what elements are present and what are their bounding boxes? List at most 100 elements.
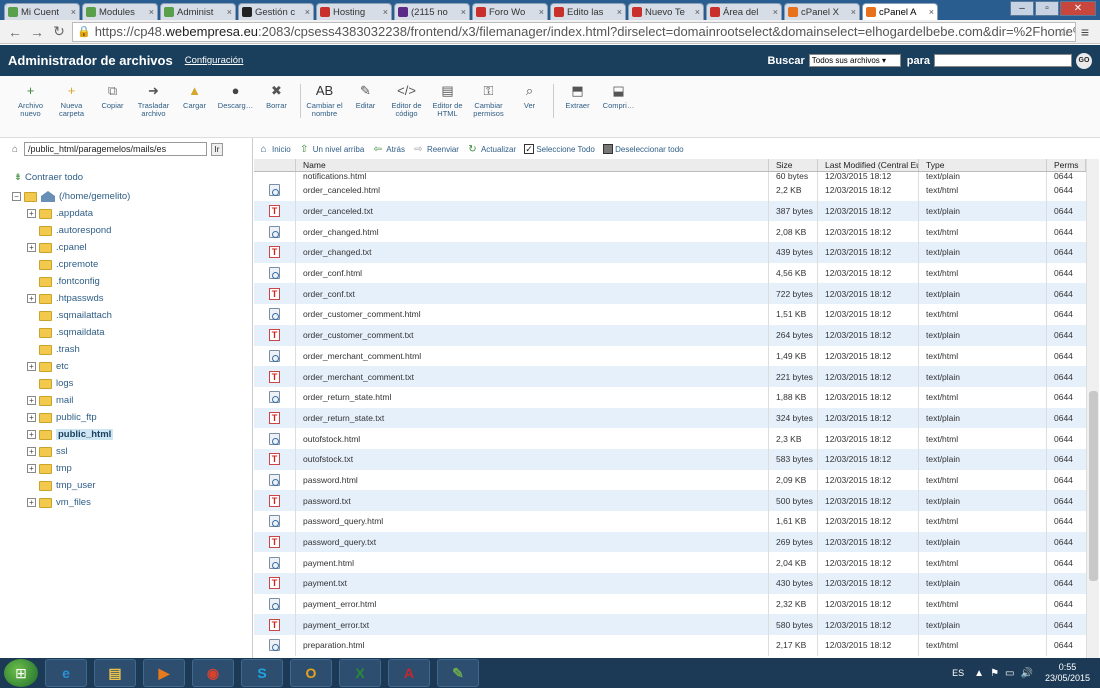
borrar-button[interactable]: ✖ Borrar [256,82,297,137]
browser-menu-icon[interactable]: ≡ [1076,24,1094,40]
select-all-button[interactable]: ✓ Seleccione Todo [524,144,595,154]
browser-tab[interactable]: (2115 no × [394,3,470,20]
tree-item-public-html[interactable]: + public_html [27,426,114,443]
type-column-header[interactable]: Type [919,159,1047,171]
close-window-button[interactable]: ✕ [1060,1,1096,16]
table-row[interactable]: order_customer_comment.html 1,51 KB 12/03/… [254,304,1086,325]
browser-tab[interactable]: Administ × [160,3,236,20]
tree-item-tmp-user[interactable]: tmp_user [27,477,96,494]
tab-close-icon[interactable]: × [461,7,466,17]
table-row[interactable]: Torder_changed.txt 439 bytes 12/03/2015 18… [254,242,1086,263]
tree-item-ssl[interactable]: + ssl [27,443,68,460]
browser-tab[interactable]: Mi Cuent × [4,3,80,20]
tree-item-fontconfig[interactable]: .fontconfig [27,273,100,290]
table-row[interactable]: Tpassword_query.txt 269 bytes 12/03/2015 1… [254,531,1086,553]
ver-button[interactable]: ⌕ Ver [509,82,550,137]
taskbar-explorer-icon[interactable]: ▤ [94,659,136,687]
tab-close-icon[interactable]: × [539,7,544,17]
expand-icon[interactable]: + [27,209,36,218]
reload-icon[interactable]: ↻ [50,23,68,40]
tab-close-icon[interactable]: × [383,7,388,17]
go-button[interactable]: GO [1076,52,1092,69]
expand-icon[interactable]: + [27,498,36,507]
tab-close-icon[interactable]: × [695,7,700,17]
modified-column-header[interactable]: Last Modified (Central Eu [818,159,919,171]
table-row[interactable]: Torder_canceled.txt 387 bytes 12/03/2015 1… [254,200,1086,222]
tree-item-htpasswds[interactable]: + .htpasswds [27,290,104,307]
name-column-header[interactable]: Name [296,159,769,171]
nivel-arriba-button[interactable]: ⇧ Un nivel arriba [299,144,364,155]
cambiar-nombre-button[interactable]: AB Cambiar el nombre [304,82,345,137]
tree-item-appdata[interactable]: + .appdata [27,205,93,222]
taskbar-ie-icon[interactable]: e [45,659,87,687]
editor-codigo-button[interactable]: </> Editor de código [386,82,427,137]
browser-tab[interactable]: Área del × [706,3,782,20]
table-row[interactable]: outofstock.html 2,3 KB 12/03/2015 18:12 tex… [254,428,1086,449]
table-row[interactable]: order_changed.html 2,08 KB 12/03/2015 18:1… [254,221,1086,243]
tab-close-icon[interactable]: × [71,7,76,17]
browser-tab[interactable]: cPanel A × [862,3,938,20]
url-field[interactable]: 🔒 https://cp48. webempresa.eu:2083/cpsess… [72,21,1077,42]
expand-icon[interactable]: + [27,243,36,252]
taskbar-skype-icon[interactable]: S [241,659,283,687]
tree-item-autorespond[interactable]: .autorespond [27,222,111,239]
tree-item-sqmailattach[interactable]: .sqmailattach [27,307,112,324]
tree-item-cpremote[interactable]: .cpremote [27,256,98,273]
tree-item-mail[interactable]: + mail [27,392,73,409]
table-row[interactable]: notifications.html 60 bytes 12/03/2015 1… [254,172,1086,180]
deselect-all-button[interactable]: Deseleccionar todo [602,144,684,154]
browser-tab[interactable]: Gestión c × [238,3,314,20]
table-row[interactable]: password_query.html 1,61 KB 12/03/2015 18:… [254,511,1086,532]
descargar-button[interactable]: ● Descarg… [215,82,256,137]
table-row[interactable]: order_conf.html 4,56 KB 12/03/2015 18:12 te… [254,262,1086,284]
expand-icon[interactable]: + [27,464,36,473]
expand-icon[interactable]: + [27,362,36,371]
tab-close-icon[interactable]: × [149,7,154,17]
minimize-button[interactable]: – [1010,1,1034,16]
language-indicator[interactable]: ES [952,668,964,678]
search-input[interactable] [934,54,1072,67]
table-row[interactable]: Torder_return_state.txt 324 bytes 12/03/20… [254,407,1086,429]
table-row[interactable]: payment.html 2,04 KB 12/03/2015 18:12 text/… [254,552,1086,574]
clock[interactable]: 0:55 23/05/2015 [1045,662,1090,684]
reenviar-button[interactable]: ⇨ Reenviar [413,144,459,155]
expand-icon[interactable]: + [27,413,36,422]
vertical-scrollbar[interactable] [1086,159,1099,658]
tab-close-icon[interactable]: × [773,7,778,17]
back-arrow-icon[interactable]: ← [6,24,24,40]
maximize-button[interactable]: ▫ [1035,1,1059,16]
expand-icon[interactable]: + [27,294,36,303]
table-row[interactable]: Torder_customer_comment.txt 264 bytes 12/0… [254,324,1086,346]
taskbar-chrome-icon[interactable]: ◉ [192,659,234,687]
tab-close-icon[interactable]: × [305,7,310,17]
expand-icon[interactable]: − [12,192,21,201]
star-icon[interactable]: ☆ [1058,24,1070,40]
taskbar-media-icon[interactable]: ▶ [143,659,185,687]
collapse-all-link[interactable]: ⇟ Contraer todo [14,172,83,183]
tree-item-sqmaildata[interactable]: .sqmaildata [27,324,105,341]
tab-close-icon[interactable]: × [227,7,232,17]
browser-tab[interactable]: Modules × [82,3,158,20]
cambiar-permisos-button[interactable]: ⚿ Cambiar permisos [468,82,509,137]
path-input[interactable]: /public_html/paragemelos/mails/es [24,142,207,156]
browser-tab[interactable]: Nuevo Te × [628,3,704,20]
scrollbar-thumb[interactable] [1089,391,1098,581]
size-column-header[interactable]: Size [769,159,818,171]
tree-item-home-gemelito[interactable]: − (/home/gemelito) [12,188,130,205]
browser-tab[interactable]: Hosting × [316,3,392,20]
flag-icon[interactable]: ⚑ [990,668,999,679]
editar-button[interactable]: ✎ Editar [345,82,386,137]
tree-item-etc[interactable]: + etc [27,358,69,375]
network-icon[interactable]: ▭ [1005,668,1014,679]
table-row[interactable]: Tpassword.txt 500 bytes 12/03/2015 18:12 te… [254,490,1086,511]
browser-tab[interactable]: Edito las × [550,3,626,20]
taskbar-paint-icon[interactable]: ✎ [437,659,479,687]
table-row[interactable]: order_return_state.html 1,88 KB 12/03/2015… [254,386,1086,408]
taskbar-excel-icon[interactable]: X [339,659,381,687]
comprimir-button[interactable]: ⬓ Compri… [598,82,639,137]
trasladar-archivo-button[interactable]: ➜ Trasladar archivo [133,82,174,137]
tree-item-trash[interactable]: .trash [27,341,80,358]
tree-item-cpanel[interactable]: + .cpanel [27,239,87,256]
tab-close-icon[interactable]: × [617,7,622,17]
copiar-button[interactable]: ⧉ Copiar [92,82,133,137]
